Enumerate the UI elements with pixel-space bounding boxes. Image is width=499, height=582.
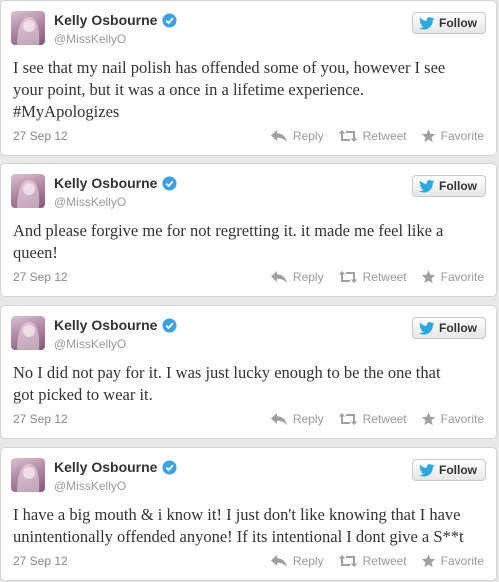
reply-button[interactable]: Reply [270, 554, 324, 568]
retweet-button[interactable]: Retweet [338, 554, 407, 568]
follow-button[interactable]: Follow [412, 459, 486, 481]
tweet-line: And please forgive me for not regretting… [13, 221, 444, 240]
reply-icon [270, 271, 287, 283]
reply-icon [270, 413, 287, 425]
user-handle[interactable]: @MissKellyO [54, 337, 126, 351]
verified-icon [162, 459, 177, 475]
follow-label: Follow [439, 16, 477, 30]
favorite-label: Favorite [440, 270, 484, 284]
avatar[interactable] [11, 174, 45, 208]
reply-label: Reply [292, 554, 324, 568]
retweet-icon [338, 271, 358, 283]
tweet-text: I have a big mouth & i know it! I just d… [13, 504, 484, 548]
follow-button[interactable]: Follow [412, 175, 486, 197]
retweet-label: Retweet [362, 412, 407, 426]
retweet-label: Retweet [362, 129, 407, 143]
tweet-text: And please forgive me for not regretting… [13, 220, 484, 264]
tweet-actions: Reply Retweet Favorite [270, 412, 484, 426]
retweet-button[interactable]: Retweet [338, 129, 407, 143]
retweet-button[interactable]: Retweet [338, 270, 407, 284]
user-name-text[interactable]: Kelly Osbourne [54, 317, 157, 333]
tweet-card: Kelly Osbourne @MissKellyO Follow And pl… [0, 163, 497, 297]
user-name[interactable]: Kelly Osbourne [54, 12, 177, 28]
user-name[interactable]: Kelly Osbourne [54, 459, 177, 475]
favorite-label: Favorite [440, 412, 484, 426]
tweet-date[interactable]: 27 Sep 12 [13, 270, 68, 284]
retweet-icon [338, 130, 358, 142]
twitter-bird-icon [419, 16, 435, 29]
reply-button[interactable]: Reply [270, 412, 324, 426]
tweet-line: I see that my nail polish has offended s… [13, 58, 446, 77]
tweet-card: Kelly Osbourne @MissKellyO Follow I have… [0, 447, 497, 581]
user-handle[interactable]: @MissKellyO [54, 479, 126, 493]
avatar[interactable] [11, 316, 45, 350]
twitter-bird-icon [419, 321, 435, 334]
favorite-button[interactable]: Favorite [421, 270, 484, 284]
user-name[interactable]: Kelly Osbourne [54, 317, 177, 333]
follow-label: Follow [439, 321, 477, 335]
tweet-line: unintentionally offended anyone! If its … [13, 527, 464, 546]
favorite-label: Favorite [440, 554, 484, 568]
favorite-button[interactable]: Favorite [421, 554, 484, 568]
user-name-text[interactable]: Kelly Osbourne [54, 459, 157, 475]
follow-button[interactable]: Follow [412, 12, 486, 34]
tweet-text: No I did not pay for it. I was just luck… [13, 362, 484, 406]
tweet-line: your point, but it was a once in a lifet… [13, 80, 364, 99]
tweet-line: No I did not pay for it. I was just luck… [13, 363, 441, 382]
tweet-line: got picked to wear it. [13, 385, 153, 404]
verified-icon [162, 175, 177, 191]
reply-label: Reply [292, 270, 324, 284]
tweet-text: I see that my nail polish has offended s… [13, 57, 484, 123]
favorite-label: Favorite [440, 129, 484, 143]
favorite-button[interactable]: Favorite [421, 412, 484, 426]
tweet-card: Kelly Osbourne @MissKellyO Follow I see … [0, 0, 497, 156]
tweet-line: I have a big mouth & i know it! I just d… [13, 505, 461, 524]
reply-icon [270, 555, 287, 567]
tweet-card: Kelly Osbourne @MissKellyO Follow No I d… [0, 305, 497, 439]
tweet-date[interactable]: 27 Sep 12 [13, 412, 68, 426]
reply-icon [270, 130, 287, 142]
tweet-date[interactable]: 27 Sep 12 [13, 129, 68, 143]
retweet-label: Retweet [362, 554, 407, 568]
star-icon [421, 554, 435, 568]
tweet-actions: Reply Retweet Favorite [270, 129, 484, 143]
tweet-line: queen! [13, 243, 58, 262]
tweet-actions: Reply Retweet Favorite [270, 270, 484, 284]
user-name-text[interactable]: Kelly Osbourne [54, 175, 157, 191]
favorite-button[interactable]: Favorite [421, 129, 484, 143]
user-handle[interactable]: @MissKellyO [54, 195, 126, 209]
user-name-text[interactable]: Kelly Osbourne [54, 12, 157, 28]
verified-icon [162, 317, 177, 333]
verified-icon [162, 12, 177, 28]
retweet-icon [338, 413, 358, 425]
star-icon [421, 270, 435, 284]
reply-button[interactable]: Reply [270, 270, 324, 284]
reply-label: Reply [292, 412, 324, 426]
hashtag-link[interactable]: #MyApologizes [13, 101, 484, 123]
retweet-button[interactable]: Retweet [338, 412, 407, 426]
retweet-label: Retweet [362, 270, 407, 284]
tweet-actions: Reply Retweet Favorite [270, 554, 484, 568]
avatar[interactable] [11, 11, 45, 45]
user-handle[interactable]: @MissKellyO [54, 32, 126, 46]
retweet-icon [338, 555, 358, 567]
user-name[interactable]: Kelly Osbourne [54, 175, 177, 191]
reply-label: Reply [292, 129, 324, 143]
reply-button[interactable]: Reply [270, 129, 324, 143]
twitter-bird-icon [419, 179, 435, 192]
tweet-date[interactable]: 27 Sep 12 [13, 554, 68, 568]
star-icon [421, 129, 435, 143]
avatar[interactable] [11, 458, 45, 492]
follow-button[interactable]: Follow [412, 317, 486, 339]
twitter-bird-icon [419, 463, 435, 476]
follow-label: Follow [439, 463, 477, 477]
follow-label: Follow [439, 179, 477, 193]
star-icon [421, 412, 435, 426]
